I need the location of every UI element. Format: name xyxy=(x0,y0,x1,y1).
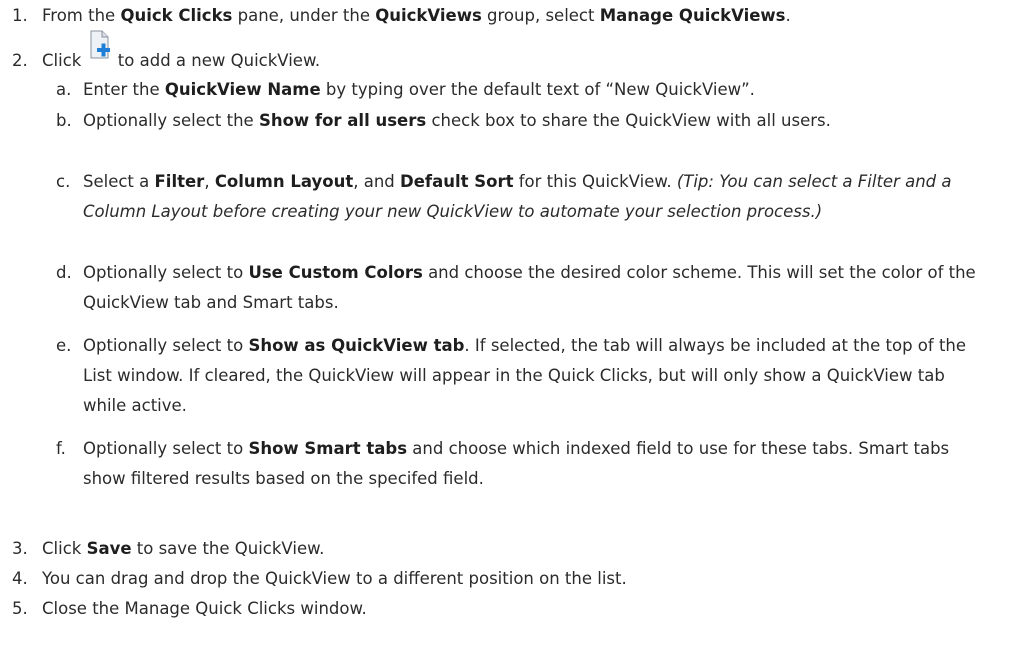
step-number: 2. xyxy=(12,51,28,70)
instructions-document: 1. From the Quick Clicks pane, under the … xyxy=(0,0,1020,649)
step-number: 5. xyxy=(12,599,28,618)
substep-c: c. Select a Filter, Column Layout, and D… xyxy=(56,167,993,227)
step-text: Close the Manage Quick Clicks window. xyxy=(42,599,367,618)
text-run: Optionally select to xyxy=(83,336,249,355)
text-run: Enter the xyxy=(83,80,165,99)
step-1: 1. From the Quick Clicks pane, under the … xyxy=(12,4,791,28)
substep-text: Select a Filter, Column Layout, and Defa… xyxy=(83,167,993,227)
text-run: Select a xyxy=(83,172,155,191)
step-2: 2. Click to add a new QuickView. xyxy=(12,30,321,73)
text-run: , xyxy=(204,172,215,191)
bold-term: Show as QuickView tab xyxy=(248,336,465,355)
bold-term: QuickViews xyxy=(375,6,482,25)
text-run: to save the QuickView. xyxy=(131,539,325,558)
text-run: . xyxy=(785,6,791,25)
bold-term: Show Smart tabs xyxy=(248,439,408,458)
bold-term: Quick Clicks xyxy=(120,6,233,25)
substep-f: f. Optionally select to Show Smart tabs … xyxy=(56,434,993,494)
new-document-add-icon xyxy=(89,30,111,68)
substep-text: Optionally select to Use Custom Colors a… xyxy=(83,258,993,318)
substep-text: Enter the QuickView Name by typing over … xyxy=(83,75,993,105)
bold-term: Filter xyxy=(154,172,205,191)
text-run: Optionally select to xyxy=(83,263,249,282)
step-text: Click to add a new QuickView. xyxy=(42,30,321,70)
text-run: Click xyxy=(42,51,87,70)
step-number: 3. xyxy=(12,539,28,558)
text-run: , and xyxy=(353,172,401,191)
text-run: to add a new QuickView. xyxy=(112,51,321,70)
text-run: for this QuickView. xyxy=(513,172,677,191)
step-text: Click Save to save the QuickView. xyxy=(42,539,324,558)
substep-letter: a. xyxy=(56,80,72,99)
text-run: group, select xyxy=(481,6,600,25)
step-3: 3. Click Save to save the QuickView. xyxy=(12,537,324,561)
text-run: check box to share the QuickView with al… xyxy=(426,111,831,130)
text-run: pane, under the xyxy=(232,6,376,25)
bold-term: Save xyxy=(86,539,132,558)
text-run: From the xyxy=(42,6,121,25)
bold-term: Default Sort xyxy=(400,172,514,191)
step-number: 1. xyxy=(12,6,28,25)
text-run: Click xyxy=(42,539,87,558)
text-run: Optionally select to xyxy=(83,439,249,458)
bold-term: QuickView Name xyxy=(164,80,321,99)
text-run: Optionally select the xyxy=(83,111,259,130)
substep-text: Optionally select the Show for all users… xyxy=(83,106,993,136)
step-number: 4. xyxy=(12,569,28,588)
substep-text: Optionally select to Show as QuickView t… xyxy=(83,331,993,421)
bold-term: Manage QuickViews xyxy=(599,6,786,25)
bold-term: Column Layout xyxy=(214,172,354,191)
substep-letter: b. xyxy=(56,111,72,130)
substep-text: Optionally select to Show Smart tabs and… xyxy=(83,434,993,494)
step-5: 5. Close the Manage Quick Clicks window. xyxy=(12,597,367,621)
substep-b: b. Optionally select the Show for all us… xyxy=(56,106,993,136)
substep-letter: e. xyxy=(56,336,72,355)
step-text: From the Quick Clicks pane, under the Qu… xyxy=(42,6,791,25)
substep-a: a. Enter the QuickView Name by typing ov… xyxy=(56,75,993,105)
substep-d: d. Optionally select to Use Custom Color… xyxy=(56,258,993,318)
substep-e: e. Optionally select to Show as QuickVie… xyxy=(56,331,993,421)
bold-term: Show for all users xyxy=(258,111,427,130)
bold-term: Use Custom Colors xyxy=(248,263,423,282)
substep-letter: d. xyxy=(56,263,72,282)
text-run: by typing over the default text of “New … xyxy=(320,80,755,99)
step-4: 4. You can drag and drop the QuickView to… xyxy=(12,567,627,591)
substep-letter: c. xyxy=(56,172,71,191)
step-text: You can drag and drop the QuickView to a… xyxy=(42,569,627,588)
substep-letter: f. xyxy=(56,439,66,458)
